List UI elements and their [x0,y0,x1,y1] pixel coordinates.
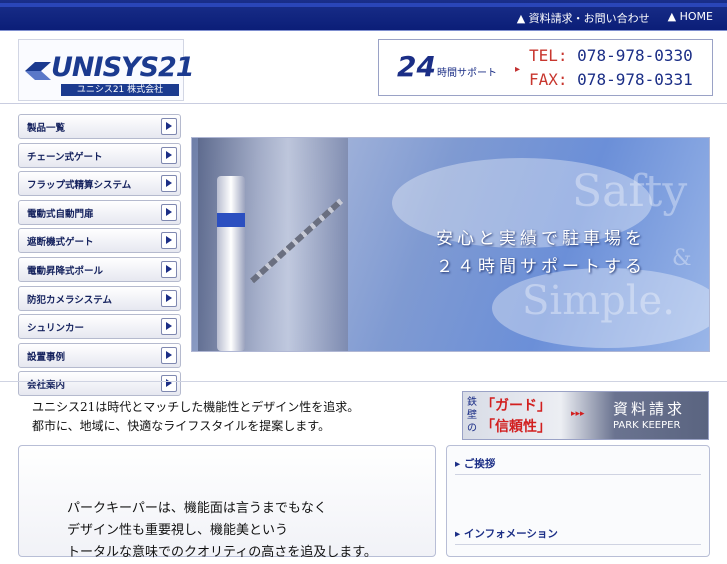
header: UNISYS21 ユニシス21 株式会社 24 時間サポート ▸ TEL: 07… [0,31,727,104]
contact-box: 24 時間サポート ▸ TEL: 078-978-0330 FAX: 078-9… [378,39,713,96]
banner-trust: 「信頼性」 [481,419,551,435]
support-label: 時間サポート [437,68,497,79]
request-banner[interactable]: 鉄壁の 「ガード」 「信頼性」 ▸▸▸ 資料請求 PARK KEEPER [462,391,709,440]
info-heading[interactable]: ▸ インフォメーション [455,526,558,541]
tagline-line2: 都市に、地域に、快適なライフスタイルを提案します。 [32,419,331,433]
play-arrow-icon [161,232,177,250]
play-arrow-icon [161,118,177,135]
play-arrow-icon [161,203,177,221]
top-bar: ▲ 資料請求・お問い合わせ ▲ HOME [0,0,727,31]
hero-catch-line2: ２４時間サポートする [436,257,646,277]
top-links: ▲ 資料請求・お問い合わせ ▲ HOME [517,10,713,26]
sidebar-item-label: 電動式自動門扉 [27,208,94,220]
sidebar-item-camera[interactable]: 防犯カメラシステム [18,285,181,311]
hero-bg-word-safty: Safty [572,166,688,217]
sidebar-item-lift-pole[interactable]: 電動昇降式ポール [18,256,181,282]
sidebar-item-label: チェーン式ゲート [27,151,103,163]
sidebar-item-shrinker[interactable]: シュリンカー [18,314,181,340]
intro-line2: デザイン性も重要視し、機能美という [67,523,289,538]
tel-label: TEL: [529,46,568,65]
hero-bg-word-amp: & [672,246,692,271]
sidebar-item-flap-system[interactable]: フラップ式精算システム [18,171,181,197]
tel-number: 078-978-0330 [577,46,693,65]
sidebar-item-cases[interactable]: 設置事例 [18,342,181,368]
logo-subtitle: ユニシス21 株式会社 [61,84,179,96]
play-arrow-icon [161,146,177,164]
intro-panel: パークキーパーは、機能面は言うまでもなく デザイン性も重要視し、機能美という ト… [18,445,436,560]
sidebar-item-label: フラップ式精算システム [27,180,132,192]
play-arrow-icon [161,175,177,193]
intro-line3: トータルな意味でのクオリティの高さを追及します。 [67,545,377,560]
sidebar-item-label: 遮断機式ゲート [27,237,94,249]
banner-tetsu: 鉄壁の [467,397,477,434]
top-stripe [0,3,727,7]
play-arrow-icon [161,289,177,307]
sidebar-item-label: 電動昇降式ポール [27,265,104,277]
hero-catch-line1: 安心と実績で駐車場を [436,229,646,249]
sidebar-item-label: 会社案内 [27,380,66,392]
fax-label: FAX: [529,70,568,89]
tagline-line1: ユニシス21は時代とマッチした機能性とデザイン性を追求。 [32,400,360,414]
logo-name: UNISYS21 [51,52,195,83]
tel-line: TEL: 078-978-0330 [529,46,693,65]
pole-band [217,213,245,227]
hours-number: 24 [397,50,436,83]
sidebar-item-label: 設置事例 [27,351,66,363]
intro-line1: パークキーパーは、機能面は言うまでもなく [67,501,327,516]
banner-parkkeeper: PARK KEEPER [613,420,681,431]
home-link[interactable]: ▲ HOME [668,10,713,26]
pole-photo [217,176,245,351]
sidebar-item-chain-gate[interactable]: チェーン式ゲート [18,142,181,168]
logo-diamond-icon [25,62,51,80]
intro-text: パークキーパーは、機能面は言うまでもなく デザイン性も重要視し、機能美という ト… [67,498,377,564]
play-arrow-icon [161,260,177,278]
sidebar-item-products[interactable]: 製品一覧 [18,114,181,139]
request-contact-link[interactable]: ▲ 資料請求・お問い合わせ [517,10,650,26]
fax-line: FAX: 078-978-0331 [529,70,693,89]
sidebar-item-label: シュリンカー [27,323,85,335]
banner-request: 資料請求 [613,400,686,418]
arrow-icon: ▸ [515,64,521,75]
sidebar-nav: 製品一覧 チェーン式ゲート フラップ式精算システム 電動式自動門扉 遮断機式ゲー… [18,114,181,400]
fax-number: 078-978-0331 [577,70,693,89]
play-arrow-icon [161,346,177,364]
sidebar-item-company[interactable]: 会社案内 [18,371,181,397]
company-logo[interactable]: UNISYS21 ユニシス21 株式会社 [18,39,195,101]
banner-guard: 「ガード」 [481,398,551,414]
panel-divider [455,474,701,475]
play-arrow-icon [161,318,177,336]
sidebar-item-auto-gate[interactable]: 電動式自動門扉 [18,199,181,225]
hero-bg-word-simple: Simple. [522,278,675,324]
hero-image: Safty & Simple. 安心と実績で駐車場を ２４時間サポートする [191,137,710,352]
tagline: ユニシス21は時代とマッチした機能性とデザイン性を追求。 都市に、地域に、快適な… [32,398,359,436]
sidebar-item-barrier-gate[interactable]: 遮断機式ゲート [18,228,181,254]
arrow-icon: ▸▸▸ [571,409,585,419]
greeting-heading[interactable]: ▸ ご挨拶 [455,456,495,471]
section-divider [0,381,727,382]
right-panel: ▸ ご挨拶 ▸ インフォメーション [446,445,710,557]
sidebar-item-label: 製品一覧 [27,123,66,134]
sidebar-item-label: 防犯カメラシステム [27,294,113,306]
play-arrow-icon [161,375,177,393]
